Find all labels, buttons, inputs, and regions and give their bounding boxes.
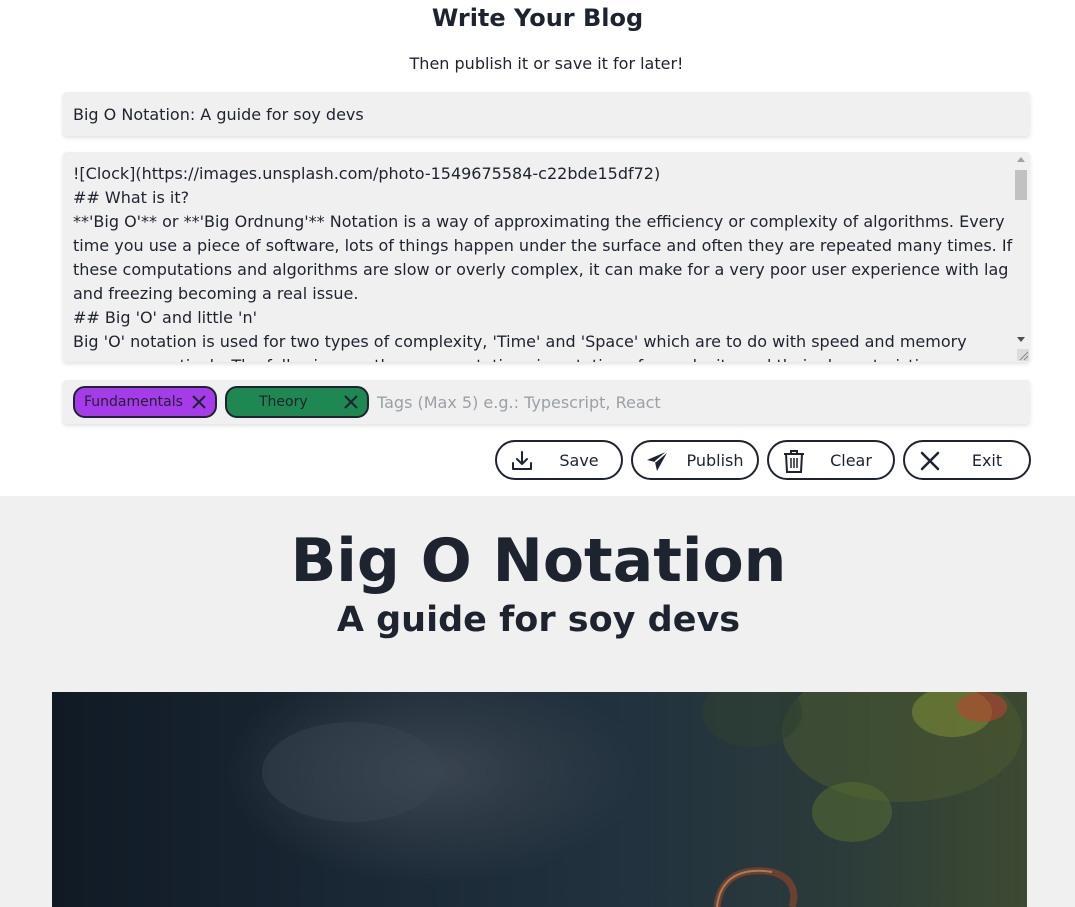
scroll-down-arrow-icon[interactable] <box>1017 337 1025 342</box>
page-subtitle: Then publish it or save it for later! <box>409 54 684 73</box>
exit-button-label: Exit <box>971 451 1003 470</box>
page-title: Write Your Blog <box>431 4 644 32</box>
preview-image <box>52 692 1027 907</box>
tag-chip-fundamentals: Fundamentals <box>73 386 217 418</box>
preview-subtitle: A guide for soy devs <box>336 600 741 640</box>
clear-button-label: Clear <box>830 451 872 470</box>
remove-tag-icon[interactable] <box>343 394 359 410</box>
scroll-up-arrow-icon[interactable] <box>1017 157 1025 162</box>
scroll-thumb[interactable] <box>1015 170 1027 200</box>
paper-plane-icon <box>647 450 669 471</box>
blog-title-input[interactable] <box>63 92 1030 136</box>
close-icon <box>920 451 940 471</box>
tag-label: Theory <box>259 394 308 410</box>
content-scrollbar[interactable] <box>1013 152 1030 362</box>
save-button[interactable]: Save <box>495 440 623 480</box>
publish-button[interactable]: Publish <box>631 440 759 480</box>
preview-title: Big O Notation <box>290 526 787 596</box>
resize-handle-icon[interactable] <box>1017 349 1029 361</box>
tags-field: Fundamentals Theory <box>63 380 1030 424</box>
clock-photo-icon <box>262 692 1022 907</box>
blog-content-textarea[interactable]: ![Clock](https://images.unsplash.com/pho… <box>63 152 1030 362</box>
download-icon <box>512 451 532 470</box>
blog-editor: Write Your Blog Then publish it or save … <box>0 0 1075 496</box>
clear-button[interactable]: Clear <box>767 440 895 480</box>
publish-button-label: Publish <box>686 451 744 470</box>
blog-preview: Big O Notation A guide for soy devs <box>0 496 1075 907</box>
tag-input[interactable] <box>375 387 935 417</box>
remove-tag-icon[interactable] <box>191 394 207 410</box>
tag-chip-theory: Theory <box>225 386 369 418</box>
save-button-label: Save <box>559 451 599 470</box>
exit-button[interactable]: Exit <box>903 440 1031 480</box>
blog-content-text[interactable]: ![Clock](https://images.unsplash.com/pho… <box>73 162 1013 362</box>
trash-icon <box>784 450 804 473</box>
tag-label: Fundamentals <box>84 394 183 410</box>
